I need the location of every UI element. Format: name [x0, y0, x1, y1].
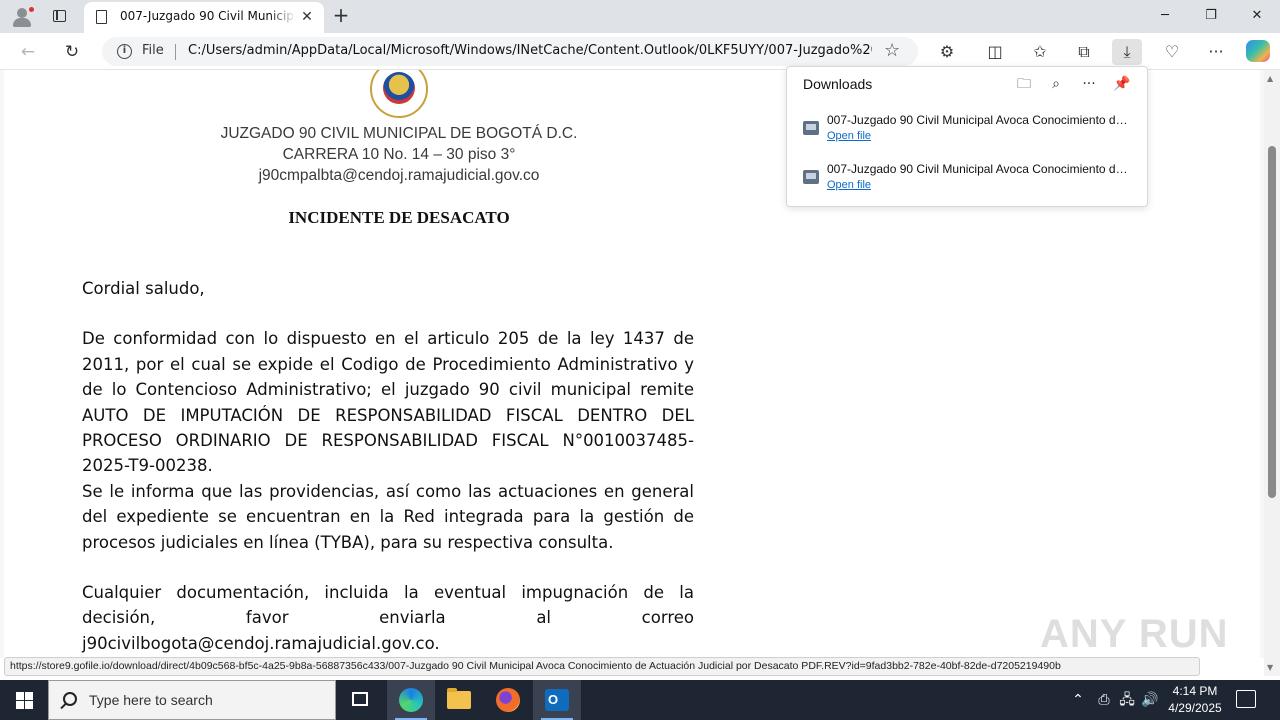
file-icon: [803, 121, 819, 135]
task-view-icon: [352, 692, 368, 706]
firefox-icon: [496, 688, 520, 712]
taskbar-edge[interactable]: [387, 680, 435, 720]
clock-time: 4:14 PM: [1172, 684, 1218, 698]
minimize-button[interactable]: ─: [1142, 0, 1188, 33]
document-title: INCIDENTE DE DESACATO: [288, 208, 510, 227]
chevron-up-icon[interactable]: ⌃: [1068, 680, 1088, 720]
back-icon[interactable]: ←: [15, 39, 41, 65]
search-placeholder: Type here to search: [89, 692, 213, 708]
restore-button[interactable]: ❐: [1188, 0, 1234, 33]
tab-close-button[interactable]: ✕: [298, 8, 316, 26]
search-icon[interactable]: ⌕: [1045, 74, 1067, 94]
favorite-star-icon[interactable]: ☆: [884, 40, 900, 61]
clock-date: 4/29/2025: [1168, 701, 1222, 715]
address-separator: [175, 44, 176, 60]
downloads-header: Downloads: [803, 76, 873, 92]
taskbar-firefox[interactable]: [484, 680, 532, 720]
address-scheme-label: File: [142, 43, 164, 58]
paragraph-1: De conformidad con lo dispuesto en el ar…: [82, 329, 694, 476]
court-header: JUZGADO 90 CIVIL MUNICIPAL DE BOGOTÁ D.C…: [84, 123, 714, 186]
more-icon[interactable]: ···: [1078, 74, 1100, 94]
paragraph-2: Se le informa que las providencias, así …: [82, 481, 694, 552]
folder-icon[interactable]: 🗀: [1013, 74, 1035, 94]
court-name: JUZGADO 90 CIVIL MUNICIPAL DE BOGOTÁ D.C…: [220, 125, 578, 142]
download-icon[interactable]: ⤓: [1112, 39, 1142, 65]
active-tab[interactable]: 007-Juzgado 90 Civil Municipal Avoca Con…: [84, 2, 324, 33]
tab-strip: 007-Juzgado 90 Civil Municipal Avoca Con…: [0, 0, 1280, 33]
court-email: j90cmpalbta@cendoj.ramajudicial.gov.co: [258, 167, 540, 184]
search-icon: [63, 692, 77, 706]
taskbar-file-explorer[interactable]: [435, 680, 483, 720]
copilot-icon[interactable]: [1246, 40, 1270, 62]
court-address: CARRERA 10 No. 14 – 30 piso 3°: [282, 146, 516, 163]
network-icon[interactable]: 🖧: [1117, 680, 1137, 720]
close-window-button[interactable]: ✕: [1234, 0, 1280, 33]
windows-start-icon[interactable]: [0, 680, 48, 720]
download-file-name: 007-Juzgado 90 Civil Municipal Avoca Con…: [827, 162, 1133, 176]
downloads-panel: Downloads 🗀 ⌕ ··· 📌 007-Juzgado 90 Civil…: [786, 66, 1148, 207]
task-view-button[interactable]: [336, 680, 384, 720]
navigation-bar: ← ↻ i File C:/Users/admin/AppData/Local/…: [0, 33, 1280, 70]
favorites-icon[interactable]: ✩: [1025, 39, 1055, 65]
outlook-icon: O: [545, 689, 569, 711]
vertical-scrollbar[interactable]: ▲ ▼: [1264, 70, 1280, 676]
split-screen-icon[interactable]: ◫: [980, 39, 1010, 65]
document-icon: [96, 10, 107, 24]
download-item[interactable]: 007-Juzgado 90 Civil Municipal Avoca Con…: [787, 160, 1147, 204]
open-file-link[interactable]: Open file: [827, 130, 871, 142]
more-icon[interactable]: ···: [1201, 39, 1231, 65]
profile-icon[interactable]: [10, 5, 35, 29]
tab-title: 007-Juzgado 90 Civil Municipal Avoca Con…: [120, 9, 296, 23]
coat-of-arms-seal: [364, 70, 430, 120]
volume-icon[interactable]: 🔊: [1140, 680, 1160, 720]
greeting: Cordial saludo,: [82, 279, 205, 298]
refresh-icon[interactable]: ↻: [59, 39, 85, 65]
browser-essentials-icon[interactable]: ♡: [1157, 39, 1187, 65]
device-icon[interactable]: ⎙: [1094, 680, 1114, 720]
collections-icon[interactable]: ⧉: [1069, 39, 1099, 65]
scroll-up-arrow[interactable]: ▲: [1267, 74, 1273, 83]
system-clock[interactable]: 4:14 PM 4/29/2025: [1160, 683, 1230, 717]
info-icon[interactable]: i: [117, 44, 132, 59]
file-explorer-icon: [447, 688, 471, 709]
file-icon: [803, 170, 819, 184]
scrollbar-thumb[interactable]: [1268, 146, 1276, 498]
scroll-down-arrow[interactable]: ▼: [1267, 663, 1273, 672]
watermark: ANY RUN: [1040, 612, 1229, 656]
paragraph-3: Cualquier documentación, incluida la eve…: [82, 583, 694, 653]
pin-icon[interactable]: 📌: [1111, 74, 1133, 94]
download-file-name: 007-Juzgado 90 Civil Municipal Avoca Con…: [827, 113, 1133, 127]
taskbar-outlook[interactable]: O: [533, 680, 581, 720]
open-file-link[interactable]: Open file: [827, 179, 871, 191]
new-tab-button[interactable]: +: [330, 5, 352, 27]
edge-icon: [399, 688, 423, 712]
download-item[interactable]: 007-Juzgado 90 Civil Municipal Avoca Con…: [787, 111, 1147, 155]
taskbar: Type here to search O ⌃ ⎙ 🖧 🔊 4:14 PM 4/…: [0, 680, 1280, 720]
taskbar-search-box[interactable]: Type here to search: [48, 680, 336, 720]
notification-icon[interactable]: [1236, 690, 1256, 708]
address-bar[interactable]: i File C:/Users/admin/AppData/Local/Micr…: [102, 37, 918, 66]
window-controls: ─ ❐ ✕: [1142, 0, 1280, 33]
tab-actions-icon[interactable]: [50, 7, 70, 25]
extensions-icon[interactable]: ⚙: [932, 39, 962, 65]
status-url: https://store9.gofile.io/download/direct…: [4, 657, 1200, 676]
address-url[interactable]: C:/Users/admin/AppData/Local/Microsoft/W…: [188, 43, 872, 58]
letter-body: Cordial saludo, De conformidad con lo di…: [82, 276, 694, 656]
